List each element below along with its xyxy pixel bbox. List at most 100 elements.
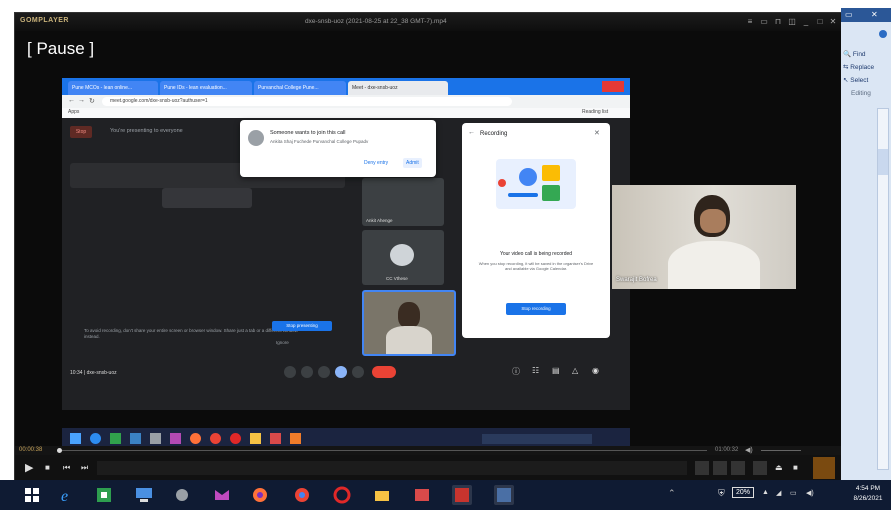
vertical-scrollbar[interactable]: [877, 108, 889, 470]
activities-icon[interactable]: △: [572, 366, 578, 375]
participant-tile[interactable]: Ankit Ahenge: [362, 178, 444, 226]
admit-button[interactable]: Admit: [403, 158, 422, 168]
participant-tile[interactable]: CC Vthese: [362, 230, 444, 285]
gom-player-taskbar-icon[interactable]: [452, 485, 472, 505]
people-icon[interactable]: ☷: [532, 366, 539, 375]
find-button[interactable]: 🔍 Find: [843, 50, 866, 58]
capture-icon[interactable]: [713, 461, 727, 475]
back-arrow-icon[interactable]: ←: [468, 129, 475, 136]
browser-tab-strip: Pune MCOs - lean online... Pune IDs - le…: [62, 78, 630, 95]
playlist-icon[interactable]: ≡: [745, 17, 755, 27]
address-bar-row: ← → ↻ meet.google.com/dxe-snsb-uoz?authu…: [62, 95, 630, 108]
notes-icon: [270, 433, 281, 444]
end-call-icon[interactable]: [372, 366, 396, 378]
info-icon[interactable]: ⓘ: [512, 366, 520, 377]
clock-date[interactable]: 8/26/2021: [848, 495, 888, 502]
close-icon[interactable]: ✕: [828, 17, 838, 27]
eject-icon[interactable]: ⏏: [775, 463, 783, 472]
volume-icon[interactable]: ◀): [745, 446, 753, 454]
clock-time[interactable]: 4:54 PM: [848, 485, 888, 492]
scroll-thumb[interactable]: [878, 149, 888, 175]
browser-close-icon[interactable]: [602, 81, 624, 92]
seek-track[interactable]: [57, 450, 707, 451]
notes-icon[interactable]: [494, 485, 514, 505]
stop-recording-button[interactable]: Stop recording: [506, 303, 566, 315]
play-icon[interactable]: ▶: [25, 461, 33, 474]
recording-panel: ← Recording ✕ Your video call is being r…: [462, 123, 610, 338]
playlist-toggle-icon[interactable]: [731, 461, 745, 475]
stop-icon[interactable]: ■: [45, 463, 50, 472]
photo-icon: [170, 433, 181, 444]
captions-icon[interactable]: [318, 366, 330, 378]
ignore-link[interactable]: Ignore: [276, 340, 289, 345]
apps-bookmark[interactable]: Apps: [68, 109, 79, 115]
next-icon[interactable]: ⏭: [81, 463, 88, 473]
stop-presenting-button[interactable]: Stop presenting: [272, 321, 332, 331]
office-close-icon[interactable]: ✕: [871, 10, 878, 19]
browser-tab[interactable]: Pune IDs - lean evaluation...: [160, 81, 252, 95]
more-options-icon[interactable]: [352, 366, 364, 378]
gom-home-icon[interactable]: [813, 457, 835, 479]
participant-name: Swarajit Bofrea: [616, 277, 657, 283]
network-icon[interactable]: ▲: [762, 489, 769, 496]
chrome-icon[interactable]: [292, 485, 312, 505]
stop-presenting-label: Stop presenting: [286, 323, 318, 328]
url-field[interactable]: meet.google.com/dxe-snsb-uoz?authuser=1: [102, 97, 512, 106]
previous-icon[interactable]: ⏮: [63, 463, 70, 473]
seek-handle[interactable]: [57, 448, 62, 453]
seek-bar[interactable]: 00:00:38 01:00:32 ◀): [15, 446, 842, 455]
battery-icon[interactable]: ▭: [790, 489, 797, 497]
back-icon[interactable]: ←: [68, 97, 75, 104]
playback-controls: ▶ ■ ⏮ ⏭ ⏏ ■: [15, 455, 842, 481]
screen-icon[interactable]: [753, 461, 767, 475]
mail-icon[interactable]: [172, 485, 192, 505]
participant-tile-self[interactable]: [362, 290, 456, 356]
wifi-icon[interactable]: ◢: [776, 489, 781, 497]
folder-icon[interactable]: [372, 485, 392, 505]
replace-label: Replace: [850, 64, 875, 71]
shield-icon[interactable]: ⛨: [718, 488, 725, 499]
battery-indicator[interactable]: 20%: [732, 487, 755, 498]
browser-tab-active[interactable]: Meet - dxe-snsb-uoz: [348, 81, 448, 95]
deny-entry-button[interactable]: Deny entry: [364, 160, 388, 166]
photo-icon: [290, 433, 301, 444]
minimize-icon[interactable]: _: [801, 17, 811, 27]
ie-icon[interactable]: e: [58, 485, 78, 505]
opera-icon[interactable]: [332, 485, 352, 505]
browser-tab[interactable]: Pune MCOs - lean online...: [68, 81, 158, 95]
maximize-icon[interactable]: □: [815, 17, 825, 27]
lock-icon[interactable]: ◉: [592, 366, 599, 375]
volume-slider[interactable]: [761, 450, 801, 451]
person-head: [398, 302, 420, 328]
mic-icon[interactable]: [284, 366, 296, 378]
gom-player-window: GOMPLAYER dxe-snsb-uoz (2021-08-25 at 22…: [14, 12, 843, 482]
firefox-icon[interactable]: [250, 485, 270, 505]
settings-icon[interactable]: [695, 461, 709, 475]
opera-icon: [230, 433, 241, 444]
camera-icon[interactable]: [301, 366, 313, 378]
present-icon[interactable]: [335, 366, 347, 378]
chat-icon[interactable]: ▤: [552, 366, 560, 375]
reload-icon[interactable]: ↻: [89, 97, 95, 105]
tray-expand-icon[interactable]: ⌃: [668, 488, 676, 499]
windows-start-icon[interactable]: [22, 485, 42, 505]
office-icon[interactable]: [94, 485, 114, 505]
pin-icon[interactable]: ⊓: [773, 17, 783, 27]
player-title-bar[interactable]: GOMPLAYER dxe-snsb-uoz (2021-08-25 at 22…: [15, 13, 842, 31]
restore-icon[interactable]: ▭: [845, 10, 853, 19]
monitor-icon[interactable]: [134, 485, 154, 505]
photo-icon[interactable]: [412, 485, 432, 505]
browser-tab[interactable]: Purvanchal College Pune...: [254, 81, 346, 95]
select-button[interactable]: ↖ Select: [843, 76, 868, 84]
panel-close-icon[interactable]: ✕: [594, 129, 600, 137]
forward-icon[interactable]: →: [78, 97, 85, 104]
replace-button[interactable]: ⇆ Replace: [843, 63, 874, 71]
help-icon[interactable]: [879, 30, 887, 38]
layout-icon[interactable]: ▭: [759, 17, 769, 27]
stop-button[interactable]: Stop: [70, 126, 92, 138]
mini-mode-icon[interactable]: ◫: [787, 17, 797, 27]
speaker-icon[interactable]: ◀): [806, 489, 814, 497]
mail-icon[interactable]: [212, 485, 232, 505]
fullscreen-icon[interactable]: ■: [793, 463, 798, 472]
reading-list[interactable]: Reading list: [582, 109, 608, 115]
